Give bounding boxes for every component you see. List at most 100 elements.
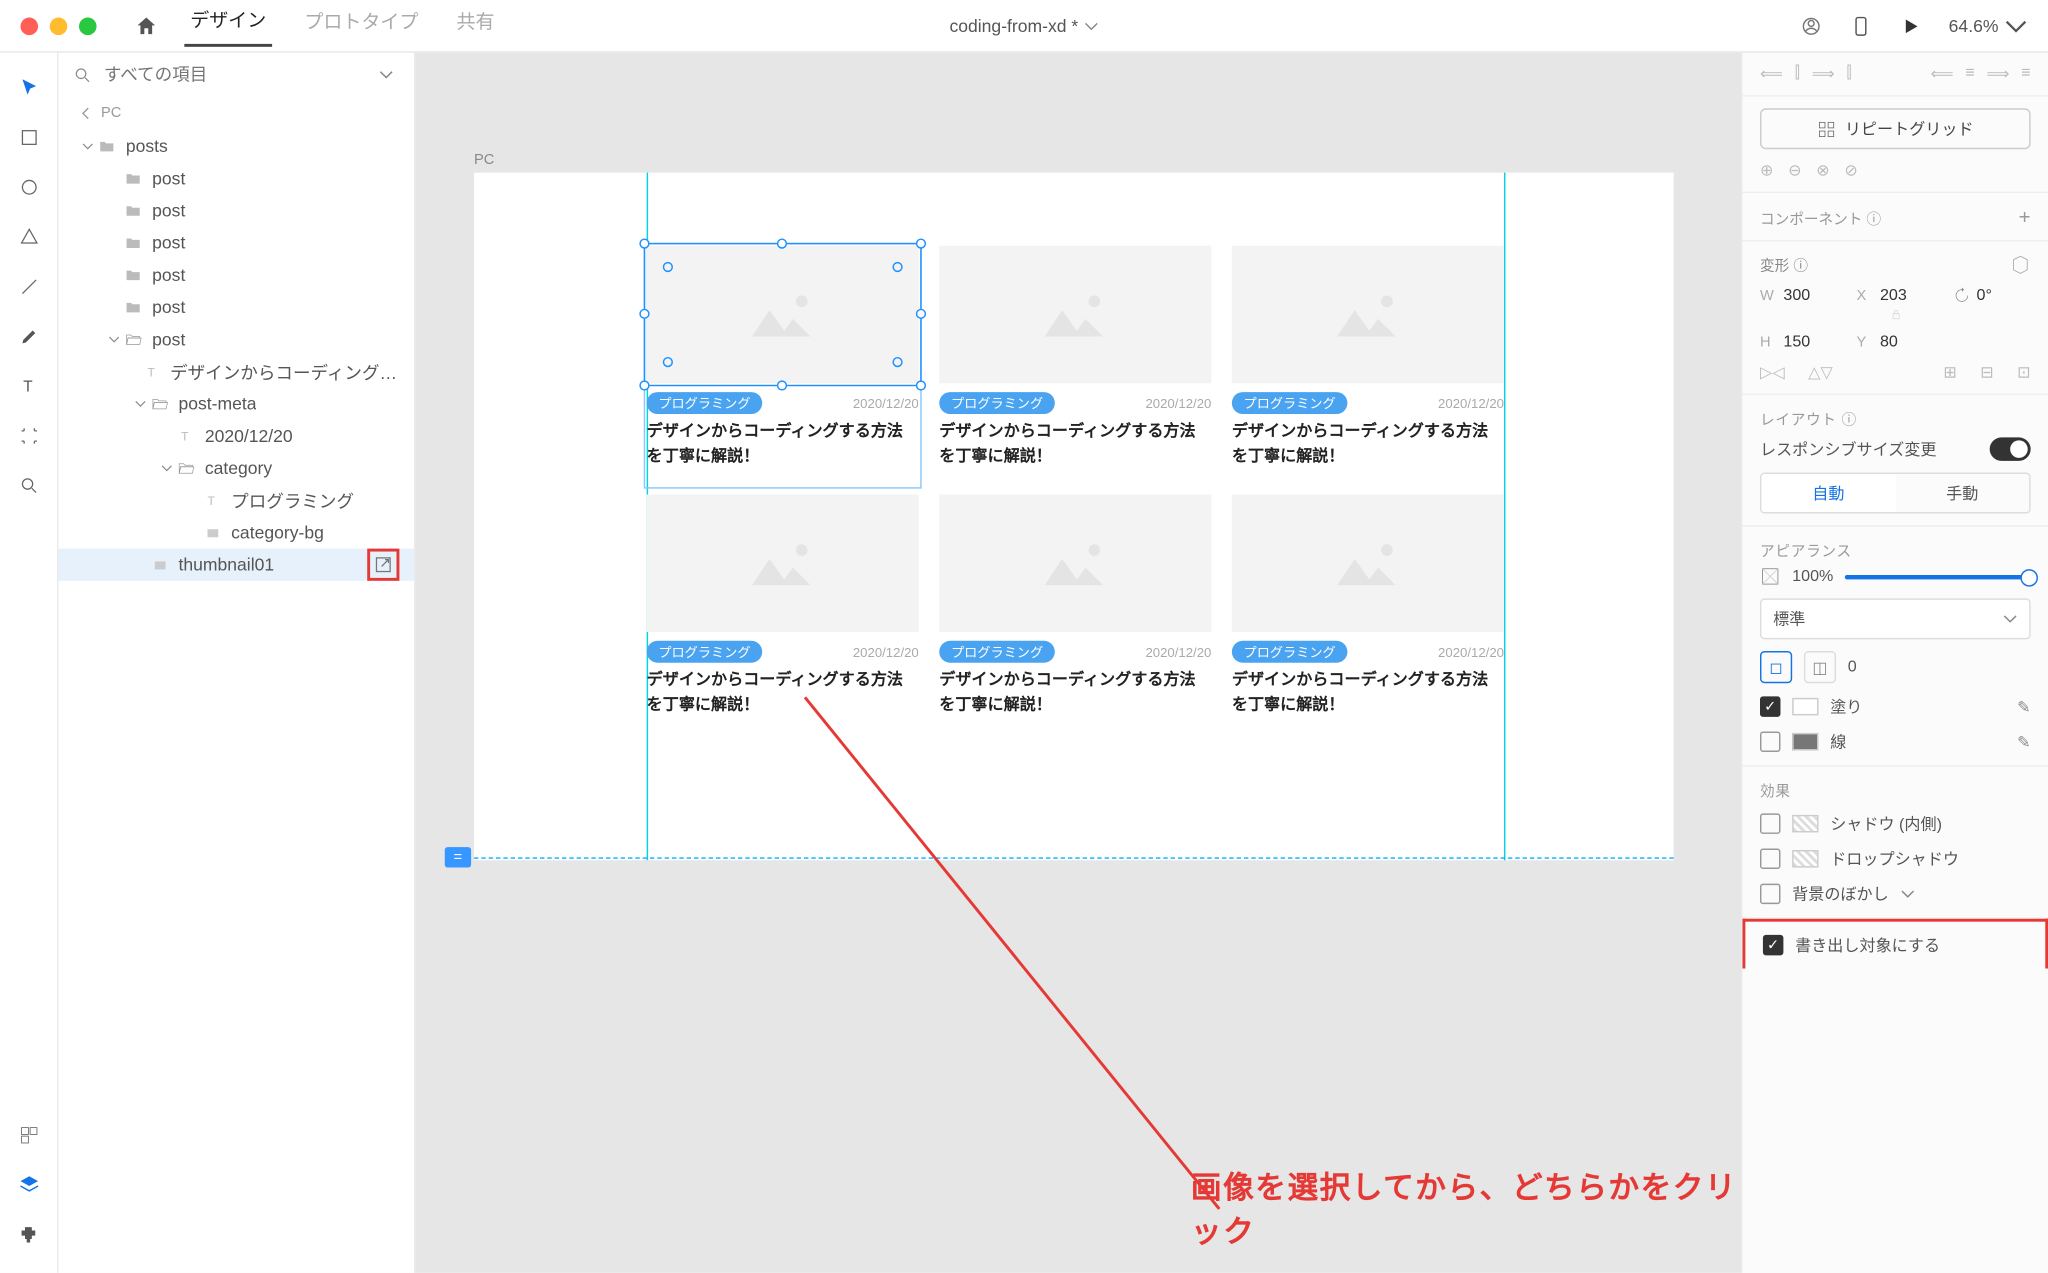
- layer-item[interactable]: thumbnail01: [59, 549, 415, 581]
- chevron-down-icon[interactable]: [379, 67, 394, 82]
- width-field[interactable]: 300: [1783, 287, 1842, 305]
- assets-icon[interactable]: [8, 1115, 49, 1156]
- bg-blur-checkbox[interactable]: [1760, 884, 1780, 904]
- mark-export-checkbox[interactable]: ✓: [1763, 935, 1783, 955]
- search-icon[interactable]: [73, 65, 92, 84]
- eyedropper-icon[interactable]: ✎: [2017, 697, 2030, 716]
- layer-item[interactable]: category: [59, 452, 415, 484]
- opacity-value[interactable]: 100%: [1792, 568, 1833, 586]
- inner-shadow-swatch[interactable]: [1792, 815, 1818, 833]
- breadcrumb[interactable]: PC: [59, 97, 415, 131]
- pen-tool[interactable]: [8, 316, 49, 357]
- align-extra2[interactable]: ⊟: [1980, 363, 1993, 382]
- layer-item[interactable]: post: [59, 162, 415, 194]
- home-icon[interactable]: [135, 14, 158, 37]
- polygon-tool[interactable]: [8, 217, 49, 258]
- rotation-field[interactable]: 0°: [1977, 287, 2036, 305]
- align-extra3[interactable]: ⊡: [2017, 363, 2030, 382]
- tab-prototype[interactable]: プロトタイプ: [298, 6, 424, 46]
- add-component-button[interactable]: +: [2019, 205, 2031, 228]
- lock-icon[interactable]: [1888, 307, 1903, 322]
- fill-swatch[interactable]: [1792, 698, 1818, 716]
- layer-item[interactable]: post: [59, 291, 415, 323]
- card[interactable]: プログラミング2020/12/20デザインからコーディングする方法を丁寧に解説！: [939, 246, 1211, 468]
- artboard-label[interactable]: PC: [474, 152, 494, 168]
- stroke-swatch[interactable]: [1792, 733, 1818, 751]
- maximize-icon[interactable]: [79, 17, 97, 35]
- layer-item[interactable]: post-meta: [59, 388, 415, 420]
- flip-v-icon[interactable]: △▽: [1808, 363, 1833, 382]
- flip-h-icon[interactable]: ▷◁: [1760, 363, 1785, 382]
- card-title: デザインからコーディングする方法を丁寧に解説！: [939, 420, 1211, 468]
- boolean-ops[interactable]: ⊕⊖⊗⊘: [1760, 161, 2031, 180]
- layers-icon[interactable]: [8, 1165, 49, 1206]
- fill-checkbox[interactable]: ✓: [1760, 696, 1780, 716]
- tab-design[interactable]: デザイン: [184, 4, 272, 46]
- thumbnail[interactable]: [1232, 494, 1504, 632]
- layer-search-input[interactable]: [104, 64, 367, 84]
- responsive-toggle[interactable]: [1990, 437, 2031, 460]
- titlebar: デザイン プロトタイプ 共有 coding-from-xd * 64.6%: [0, 0, 2048, 53]
- layer-item[interactable]: post: [59, 195, 415, 227]
- corner-each-button[interactable]: ◫: [1804, 651, 1836, 683]
- zoom-tool[interactable]: [8, 465, 49, 506]
- file-title[interactable]: coding-from-xd *: [949, 15, 1098, 35]
- thumbnail[interactable]: [939, 246, 1211, 384]
- drop-shadow-checkbox[interactable]: [1760, 849, 1780, 869]
- inner-shadow-checkbox[interactable]: [1760, 813, 1780, 833]
- rotate-icon[interactable]: [1953, 287, 1971, 305]
- y-field[interactable]: 80: [1880, 334, 1939, 352]
- repeat-grid-button[interactable]: リピートグリッド: [1760, 108, 2031, 149]
- cube-icon[interactable]: [2010, 254, 2030, 274]
- zoom-level[interactable]: 64.6%: [1949, 14, 2028, 37]
- height-field[interactable]: 150: [1783, 334, 1842, 352]
- layer-item[interactable]: post: [59, 227, 415, 259]
- window-controls[interactable]: [20, 17, 96, 35]
- text-tool[interactable]: T: [8, 366, 49, 407]
- device-icon[interactable]: [1849, 14, 1872, 37]
- rectangle-tool[interactable]: [8, 117, 49, 158]
- card[interactable]: プログラミング2020/12/20デザインからコーディングする方法を丁寧に解説！: [939, 494, 1211, 716]
- thumbnail[interactable]: [1232, 246, 1504, 384]
- blend-mode-select[interactable]: 標準: [1760, 598, 2031, 639]
- cloud-icon[interactable]: [1799, 14, 1822, 37]
- plugins-icon[interactable]: [8, 1214, 49, 1255]
- drop-shadow-swatch[interactable]: [1792, 850, 1818, 868]
- layer-item[interactable]: post: [59, 323, 415, 355]
- minimize-icon[interactable]: [50, 17, 68, 35]
- align-extra1[interactable]: ⊞: [1943, 363, 1956, 382]
- card[interactable]: プログラミング2020/12/20デザインからコーディングする方法を丁寧に解説！: [647, 494, 919, 716]
- export-icon[interactable]: [367, 549, 399, 581]
- card[interactable]: プログラミング2020/12/20デザインからコーディングする方法を丁寧に解説！: [1232, 246, 1504, 468]
- select-tool[interactable]: [8, 67, 49, 108]
- ellipse-tool[interactable]: [8, 167, 49, 208]
- selection: [644, 243, 922, 386]
- card[interactable]: プログラミング2020/12/20デザインからコーディングする方法を丁寧に解説！: [1232, 494, 1504, 716]
- x-field[interactable]: 203: [1880, 287, 1939, 305]
- artboard-tool[interactable]: [8, 415, 49, 456]
- card-title: デザインからコーディングする方法を丁寧に解説！: [647, 669, 919, 717]
- corner-radius-field[interactable]: 0: [1848, 658, 1857, 676]
- artboard[interactable]: = プログラミング2020/12/20デザインからコーディングする方法を丁寧に解…: [474, 173, 1674, 861]
- layer-item[interactable]: category-bg: [59, 516, 415, 548]
- thumbnail[interactable]: [647, 494, 919, 632]
- folder-icon: [123, 298, 143, 316]
- thumbnail[interactable]: [939, 494, 1211, 632]
- play-icon[interactable]: [1899, 14, 1922, 37]
- layer-item[interactable]: posts: [59, 130, 415, 162]
- stroke-checkbox[interactable]: [1760, 732, 1780, 752]
- layout-mode-toggle[interactable]: 自動 手動: [1760, 473, 2031, 514]
- corner-same-button[interactable]: ◻: [1760, 651, 1792, 683]
- canvas[interactable]: PC = プログラミング2020/12/20デザインからコーディングする方法を丁…: [415, 53, 1740, 1273]
- layer-item[interactable]: Tデザインからコーディングする方法…: [59, 356, 415, 388]
- close-icon[interactable]: [20, 17, 38, 35]
- layer-item[interactable]: T2020/12/20: [59, 420, 415, 452]
- eyedropper-icon[interactable]: ✎: [2017, 732, 2030, 751]
- opacity-slider[interactable]: [1845, 574, 2031, 578]
- align-controls[interactable]: ⟸⫿⟹⫿ ⟸≡⟹≡: [1760, 64, 2031, 83]
- line-tool[interactable]: [8, 266, 49, 307]
- layer-item[interactable]: post: [59, 259, 415, 291]
- tab-share[interactable]: 共有: [451, 6, 501, 46]
- layer-label: category: [205, 458, 272, 478]
- layer-item[interactable]: Tプログラミング: [59, 484, 415, 516]
